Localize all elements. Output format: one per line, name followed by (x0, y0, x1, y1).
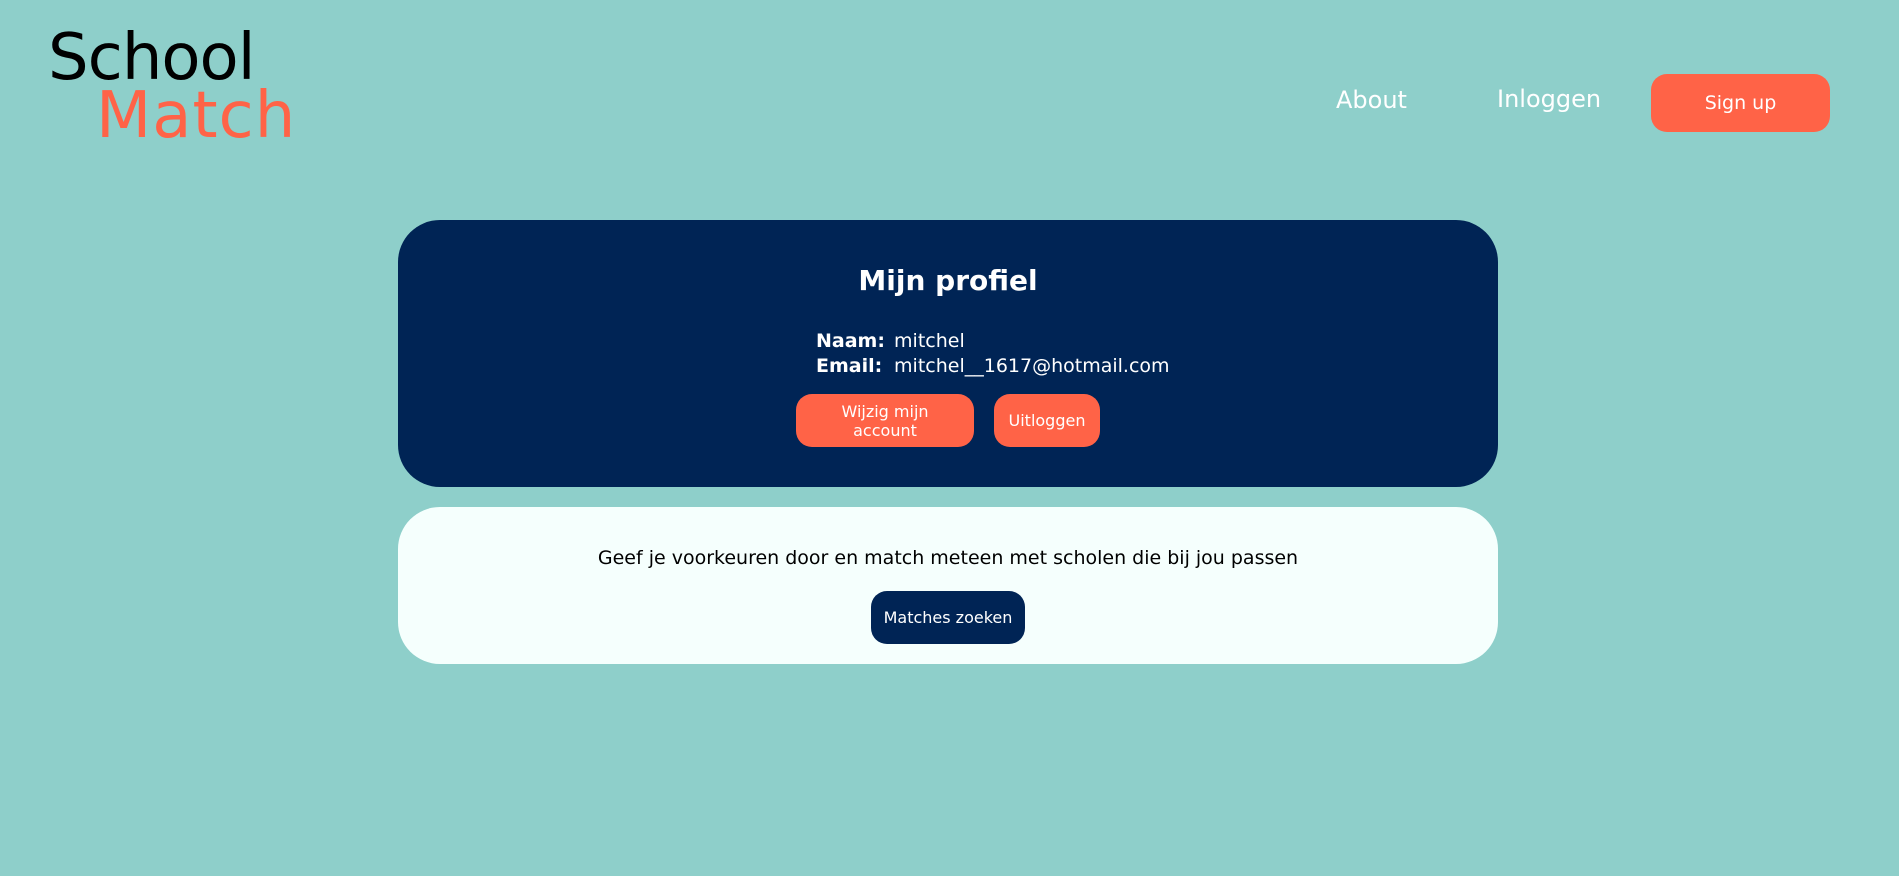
name-value: mitchel (894, 330, 965, 352)
profile-card: Mijn profiel Naam: mitchel Email: mitche… (398, 220, 1498, 487)
signup-button[interactable]: Sign up (1651, 74, 1830, 132)
match-description: Geef je voorkeuren door en match meteen … (597, 547, 1299, 569)
logo-text-match: Match (96, 79, 297, 153)
email-label: Email: (816, 355, 883, 377)
nav-link-about[interactable]: About (1336, 86, 1407, 114)
name-row: Naam: mitchel (816, 329, 1170, 354)
name-label: Naam: (816, 330, 885, 352)
logout-button[interactable]: Uitloggen (994, 394, 1100, 447)
match-card: Geef je voorkeuren door en match meteen … (398, 507, 1498, 664)
edit-account-button[interactable]: Wijzig mijn account (796, 394, 974, 447)
profile-actions: Wijzig mijn account Uitloggen (796, 394, 1100, 447)
profile-title: Mijn profiel (858, 264, 1038, 297)
profile-info: Naam: mitchel Email: mitchel__1617@hotma… (816, 329, 1170, 379)
nav-link-login[interactable]: Inloggen (1497, 85, 1601, 113)
email-value: mitchel__1617@hotmail.com (894, 355, 1170, 377)
logo[interactable]: School Match (48, 26, 296, 148)
find-matches-button[interactable]: Matches zoeken (871, 591, 1025, 644)
email-row: Email: mitchel__1617@hotmail.com (816, 354, 1170, 379)
